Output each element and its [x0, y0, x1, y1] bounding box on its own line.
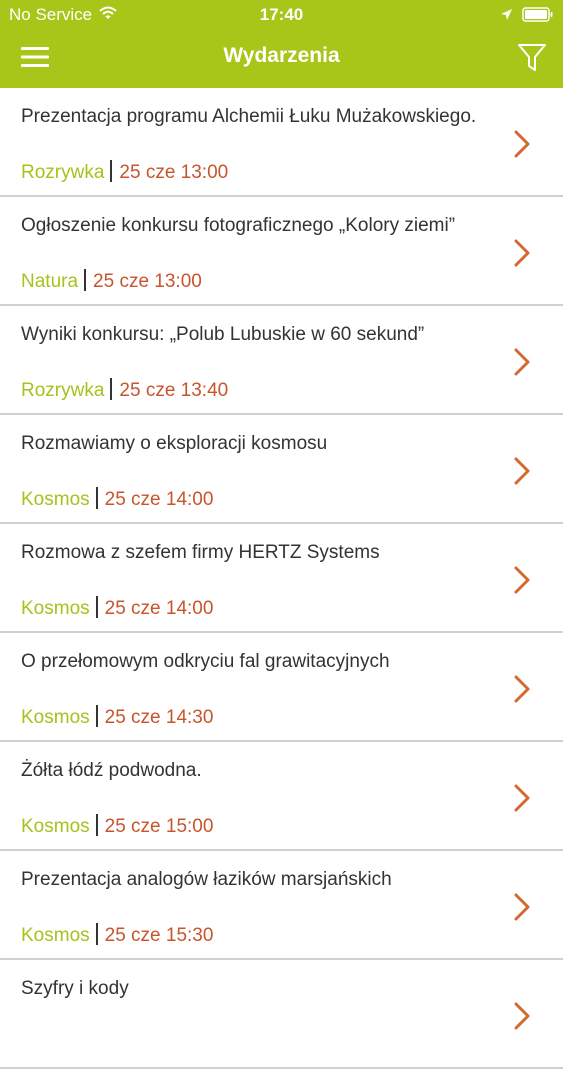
event-row[interactable]: O przełomowym odkryciu fal grawitacyjnyc… — [0, 633, 563, 742]
event-row[interactable]: Ogłoszenie konkursu fotograficznego „Kol… — [0, 197, 563, 306]
page-title: Wydarzenia — [223, 44, 340, 67]
event-time: 25 cze 14:30 — [104, 707, 214, 728]
event-meta: Kosmos 25 cze 15:00 — [21, 814, 213, 839]
meta-divider — [110, 378, 113, 400]
event-category: Natura — [21, 271, 79, 292]
event-meta: Natura 25 cze 13:00 — [21, 269, 202, 294]
event-meta: Kosmos 25 cze 14:30 — [21, 705, 213, 730]
event-row[interactable]: Żółta łódź podwodna. Kosmos 25 cze 15:00 — [0, 742, 563, 851]
event-category: Kosmos — [21, 489, 90, 510]
chevron-right-icon — [514, 784, 530, 812]
navigation-bar: Wydarzenia — [0, 30, 563, 88]
chevron-right-icon — [514, 893, 530, 921]
chevron-right-icon — [514, 348, 530, 376]
event-category: Kosmos — [21, 925, 90, 946]
event-time: 25 cze 15:30 — [104, 925, 214, 946]
chevron-right-icon — [514, 130, 530, 158]
meta-divider — [95, 814, 98, 836]
event-time: 25 cze 15:00 — [104, 816, 214, 837]
event-time: 25 cze 14:00 — [104, 489, 214, 510]
event-time: 25 cze 13:00 — [93, 271, 202, 292]
event-category: Rozrywka — [21, 380, 105, 401]
event-row[interactable]: Prezentacja programu Alchemii Łuku Mużak… — [0, 88, 563, 197]
event-category: Kosmos — [21, 707, 90, 728]
meta-divider — [84, 269, 87, 291]
event-row[interactable]: Prezentacja analogów łazików marsjańskic… — [0, 851, 563, 960]
filter-icon[interactable] — [516, 42, 548, 74]
event-meta: Kosmos 25 cze 14:00 — [21, 487, 213, 512]
event-row[interactable]: Wyniki konkursu: „Polub Lubuskie w 60 se… — [0, 306, 563, 415]
event-title: Ogłoszenie konkursu fotograficznego „Kol… — [21, 215, 456, 236]
event-time: 25 cze 13:40 — [119, 380, 229, 401]
event-title: Szyfry i kody — [21, 978, 129, 999]
chevron-right-icon — [514, 239, 530, 267]
event-title: Prezentacja programu Alchemii Łuku Mużak… — [21, 106, 477, 127]
event-row[interactable]: Szyfry i kody — [0, 960, 563, 1069]
event-title: Rozmowa z szefem firmy HERTZ Systems — [21, 542, 380, 563]
meta-divider — [95, 705, 98, 727]
event-time: 25 cze 13:00 — [119, 162, 229, 183]
status-bar: No Service 17:40 — [0, 0, 563, 30]
chevron-right-icon — [514, 457, 530, 485]
event-meta: Kosmos 25 cze 15:30 — [21, 923, 213, 948]
location-icon — [501, 9, 512, 20]
chevron-right-icon — [514, 675, 530, 703]
meta-divider — [95, 596, 98, 618]
battery-icon — [522, 7, 553, 22]
status-time: 17:40 — [259, 5, 304, 24]
event-title: Rozmawiamy o eksploracji kosmosu — [21, 433, 328, 454]
event-meta: Rozrywka 25 cze 13:00 — [21, 160, 228, 185]
event-meta: Kosmos 25 cze 14:00 — [21, 596, 213, 621]
event-title: O przełomowym odkryciu fal grawitacyjnyc… — [21, 651, 390, 672]
event-title: Wyniki konkursu: „Polub Lubuskie w 60 se… — [21, 324, 425, 345]
event-title: Żółta łódź podwodna. — [21, 760, 202, 781]
meta-divider — [110, 160, 113, 182]
meta-divider — [95, 923, 98, 945]
event-title: Prezentacja analogów łazików marsjańskic… — [21, 869, 392, 890]
event-time: 25 cze 14:00 — [104, 598, 214, 619]
event-category: Kosmos — [21, 598, 90, 619]
event-meta: Rozrywka 25 cze 13:40 — [21, 378, 228, 403]
chevron-right-icon — [514, 1002, 530, 1030]
top-bar: No Service 17:40 Wydarzenia — [0, 0, 563, 88]
events-list: Prezentacja programu Alchemii Łuku Mużak… — [0, 88, 563, 1069]
event-row[interactable]: Rozmawiamy o eksploracji kosmosu Kosmos 2… — [0, 415, 563, 524]
menu-icon[interactable] — [21, 45, 49, 69]
event-category: Kosmos — [21, 816, 90, 837]
event-row[interactable]: Rozmowa z szefem firmy HERTZ Systems Kos… — [0, 524, 563, 633]
event-category: Rozrywka — [21, 162, 105, 183]
meta-divider — [95, 487, 98, 509]
chevron-right-icon — [514, 566, 530, 594]
